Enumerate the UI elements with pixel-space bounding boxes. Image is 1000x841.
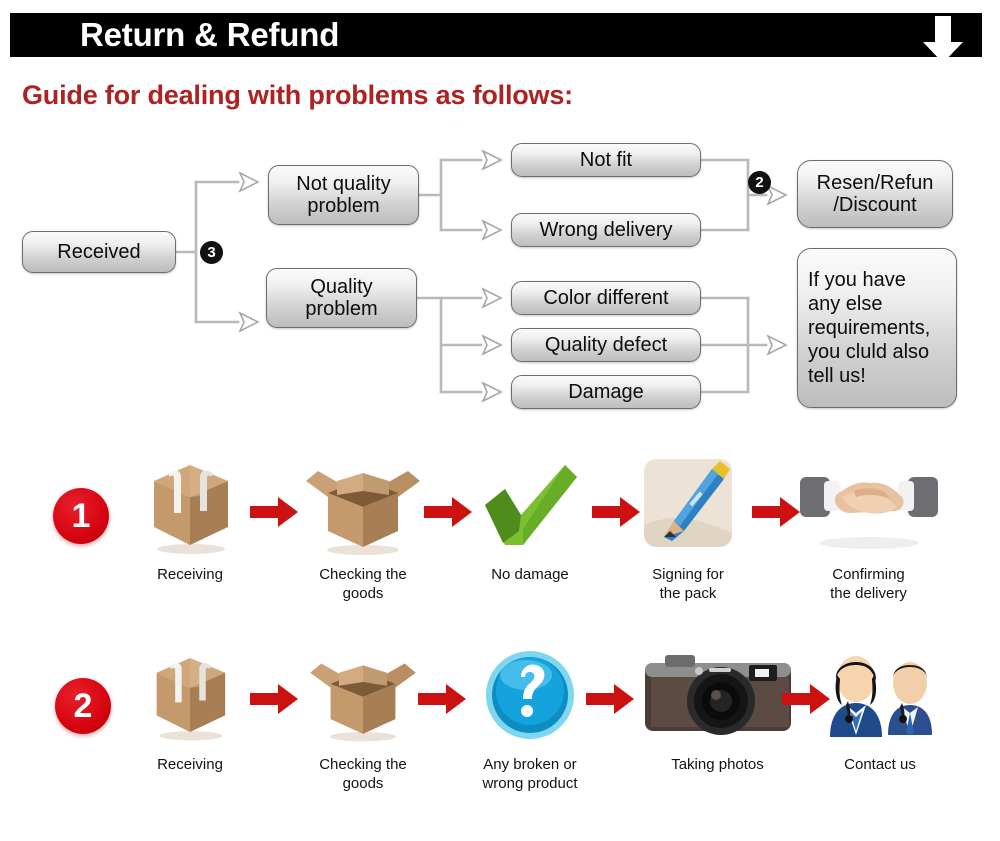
flow-node-color-different[interactable]: Color different bbox=[511, 281, 701, 315]
steps-section: 1 Receiving Checking the goods No damage… bbox=[0, 440, 1000, 841]
flow-node-resend-refund-discount[interactable]: Resen/Refun /Discount bbox=[797, 160, 953, 228]
flow-node-not-quality-problem[interactable]: Not quality problem bbox=[268, 165, 419, 225]
flow-node-quality-defect[interactable]: Quality defect bbox=[511, 328, 701, 362]
flow-node-quality-line1: Quality bbox=[310, 275, 373, 298]
open-box-icon bbox=[288, 450, 438, 560]
other-req-line-5: tell us! bbox=[808, 365, 866, 387]
flow-node-resend-line2: /Discount bbox=[833, 194, 917, 216]
step-label: Receiving bbox=[157, 756, 223, 773]
arrow-down-icon bbox=[923, 16, 963, 63]
step-receiving-1: Receiving bbox=[115, 450, 265, 585]
flow-node-damage[interactable]: Damage bbox=[511, 375, 701, 409]
other-req-line-4: you cluld also bbox=[808, 341, 930, 363]
flow-node-quality-defect-label: Quality defect bbox=[544, 333, 668, 356]
sealed-box-icon bbox=[115, 640, 265, 750]
badge-step-3: 3 bbox=[200, 241, 223, 264]
arrow-right-icon bbox=[586, 684, 634, 714]
question-mark-icon bbox=[455, 640, 605, 750]
flow-node-resend-line1: Resen/Refun bbox=[816, 171, 934, 194]
steps-row-1: 1 Receiving Checking the goods No damage… bbox=[0, 450, 1000, 640]
flow-node-not-fit[interactable]: Not fit bbox=[511, 143, 701, 177]
step-label-line1: Confirming bbox=[832, 566, 905, 583]
step-signing: Signing for the pack bbox=[613, 450, 763, 604]
other-req-line-1: If you have bbox=[808, 269, 906, 291]
flow-node-not-fit-label: Not fit bbox=[579, 148, 633, 171]
flow-node-quality-problem[interactable]: Quality problem bbox=[266, 268, 417, 328]
badge-step-2: 2 bbox=[748, 171, 771, 194]
step-label-line2: the pack bbox=[659, 584, 717, 602]
step-label-line2: goods bbox=[342, 774, 384, 792]
step-checking-2: Checking the goods bbox=[288, 640, 438, 794]
step-label: No damage bbox=[491, 566, 569, 583]
step-label: Taking photos bbox=[671, 756, 764, 773]
step-label-line1: Signing for bbox=[652, 566, 724, 583]
flow-node-wrong-delivery-label: Wrong delivery bbox=[539, 218, 673, 241]
flow-node-not-quality-line1: Not quality bbox=[296, 172, 391, 195]
flow-node-other-requirements[interactable]: If you have any else requirements, you c… bbox=[797, 248, 957, 408]
step-taking-photos: Taking photos bbox=[630, 640, 805, 775]
row-badge-1: 1 bbox=[53, 488, 109, 544]
row-badge-2: 2 bbox=[55, 678, 111, 734]
step-label-line1: Checking the bbox=[319, 756, 407, 773]
handshake-icon bbox=[786, 450, 951, 560]
flow-node-not-quality-line2: problem bbox=[307, 195, 380, 217]
flowchart: Received 3 Not quality problem Quality p… bbox=[0, 130, 1000, 430]
step-contact-us: Contact us bbox=[800, 640, 960, 775]
guide-heading: Guide for dealing with problems as follo… bbox=[22, 80, 573, 110]
step-label-line1: Checking the bbox=[319, 566, 407, 583]
step-no-damage: No damage bbox=[455, 450, 605, 585]
flow-node-quality-line2: problem bbox=[305, 298, 378, 320]
step-any-broken: Any broken or wrong product bbox=[455, 640, 605, 794]
step-label-line2: goods bbox=[342, 584, 384, 602]
pencil-signing-icon bbox=[613, 450, 763, 560]
camera-icon bbox=[630, 640, 805, 750]
green-check-icon bbox=[455, 450, 605, 560]
step-receiving-2: Receiving bbox=[115, 640, 265, 775]
step-label-line1: Any broken or bbox=[483, 756, 577, 773]
step-label-line2: wrong product bbox=[482, 774, 578, 792]
step-checking-1: Checking the goods bbox=[288, 450, 438, 604]
steps-row-2: 2 Receiving Checking the goods Any broke… bbox=[0, 640, 1000, 830]
flow-node-wrong-delivery[interactable]: Wrong delivery bbox=[511, 213, 701, 247]
step-label: Receiving bbox=[157, 566, 223, 583]
other-req-line-3: requirements, bbox=[808, 317, 931, 339]
other-req-line-2: any else bbox=[808, 293, 883, 315]
support-people-icon bbox=[800, 640, 960, 750]
sealed-box-icon bbox=[115, 450, 265, 560]
step-label-line2: the delivery bbox=[830, 584, 907, 602]
step-confirming: Confirming the delivery bbox=[786, 450, 951, 604]
page-title: Return & Refund bbox=[80, 16, 340, 53]
flow-node-damage-label: Damage bbox=[568, 380, 644, 403]
flow-node-received-label: Received bbox=[57, 240, 141, 263]
step-label: Contact us bbox=[844, 756, 916, 773]
flow-node-received[interactable]: Received bbox=[22, 231, 176, 273]
flow-node-color-different-label: Color different bbox=[543, 286, 669, 309]
